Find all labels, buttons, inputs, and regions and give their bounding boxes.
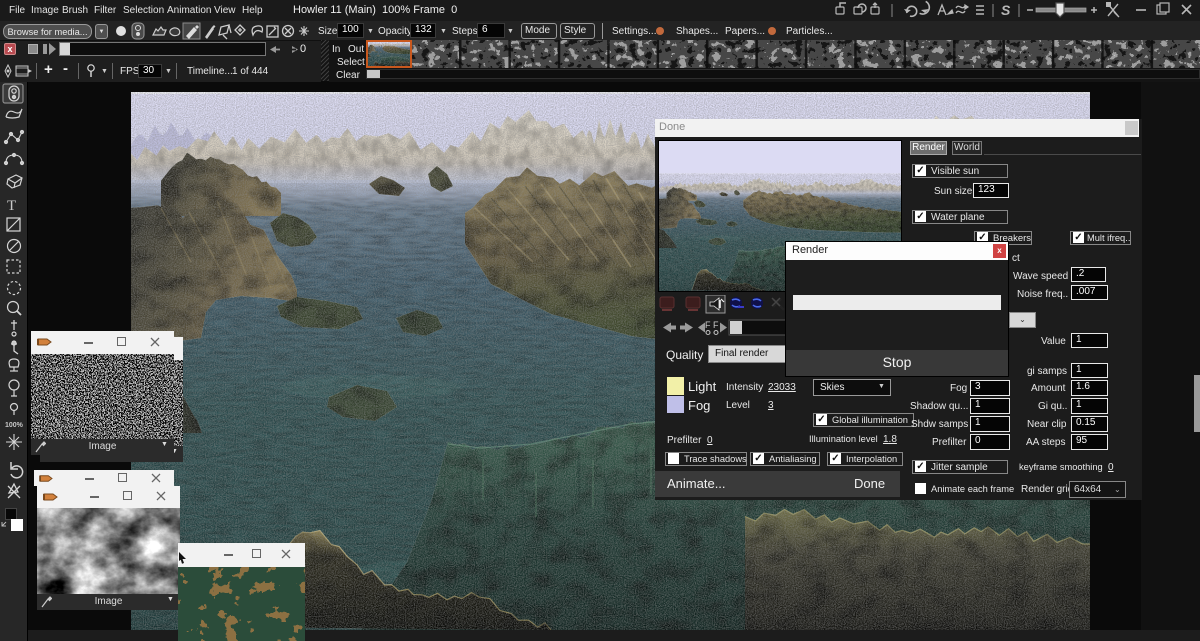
svg-text:T: T	[7, 198, 16, 214]
svg-text:S: S	[1001, 2, 1011, 18]
svg-text:F: F	[713, 320, 719, 330]
svg-text:F: F	[705, 320, 711, 330]
svg-text:100%: 100%	[5, 422, 24, 429]
